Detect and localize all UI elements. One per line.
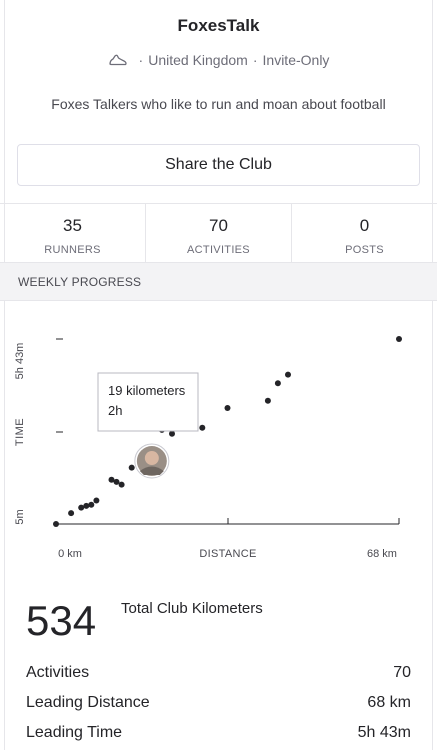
y-tick-top: 5h 43m [14, 343, 26, 380]
tooltip: 19 kilometers 2h [97, 372, 199, 432]
summary-row-label: Activities [26, 664, 90, 681]
total-club-kilometers-value: 534 [26, 597, 97, 644]
weekly-progress-chart[interactable]: 5h 43m TIME 5m 0 km DISTANCE 68 km 19 ki… [0, 301, 437, 576]
summary-row-value: 5h 43m [357, 724, 411, 741]
scatter-point [68, 510, 75, 517]
summary-row-value: 68 km [367, 694, 411, 711]
summary-row-activities: Activities 70 [26, 664, 411, 688]
scatter-point [78, 504, 85, 511]
meta-separator: · [252, 52, 258, 68]
stat-posts[interactable]: 0 POSTS [291, 204, 437, 262]
club-stats: 35 RUNNERS 70 ACTIVITIES 0 POSTS [0, 203, 437, 263]
summary-row-leading-time: Leading Time 5h 43m [26, 724, 411, 748]
y-tick-bottom: 5m [14, 509, 26, 524]
stat-value: 70 [209, 216, 228, 235]
x-axis-label: DISTANCE [199, 548, 256, 560]
total-club-kilometers-label: Total Club Kilometers [121, 600, 263, 617]
club-name: FoxesTalk [177, 16, 260, 35]
club-access: Invite-Only [262, 52, 330, 68]
summary-row-leading-distance: Leading Distance 68 km [26, 694, 411, 718]
scatter-point [93, 497, 100, 504]
club-meta: · United Kingdom · Invite-Only [0, 52, 437, 68]
stat-label: POSTS [345, 244, 384, 256]
summary-row-label: Leading Distance [26, 694, 150, 711]
scatter-point [224, 405, 231, 411]
scatter-point [264, 397, 271, 404]
running-shoe-icon [108, 54, 127, 66]
scatter-point [285, 371, 291, 378]
scatter-point [396, 336, 402, 342]
stat-runners[interactable]: 35 RUNNERS [0, 204, 145, 262]
scatter-point [199, 424, 206, 431]
scatter-point [88, 501, 95, 508]
scatter-point [274, 380, 281, 387]
x-tick-right: 68 km [367, 548, 397, 560]
y-axis-label: TIME [14, 418, 26, 446]
tooltip-box [97, 372, 199, 432]
summary-row-value: 70 [393, 664, 411, 681]
stat-label: ACTIVITIES [187, 244, 250, 256]
x-tick-left: 0 km [58, 548, 82, 560]
summary-row-label: Leading Time [26, 724, 123, 741]
stat-value: 35 [63, 216, 82, 235]
scatter-point [128, 464, 135, 471]
scatter-point [169, 430, 175, 437]
club-location: United Kingdom [148, 52, 248, 68]
share-club-button[interactable]: Share the Club [17, 144, 420, 186]
scatter-point [113, 478, 120, 485]
tooltip-distance: 19 kilometers [108, 383, 186, 398]
scatter-point [118, 481, 125, 488]
scatter-point [83, 502, 90, 509]
weekly-progress-header: WEEKLY PROGRESS [0, 263, 437, 301]
section-title: WEEKLY PROGRESS [18, 275, 142, 289]
stat-label: RUNNERS [44, 244, 101, 256]
stat-activities[interactable]: 70 ACTIVITIES [145, 204, 291, 262]
meta-separator: · [138, 52, 144, 68]
athlete-avatar-marker[interactable] [134, 443, 170, 479]
club-description: Foxes Talkers who like to run and moan a… [51, 96, 386, 112]
stat-value: 0 [359, 216, 370, 235]
avatar-head [144, 451, 159, 466]
tooltip-time: 2h [108, 403, 122, 418]
scatter-point [53, 521, 59, 527]
